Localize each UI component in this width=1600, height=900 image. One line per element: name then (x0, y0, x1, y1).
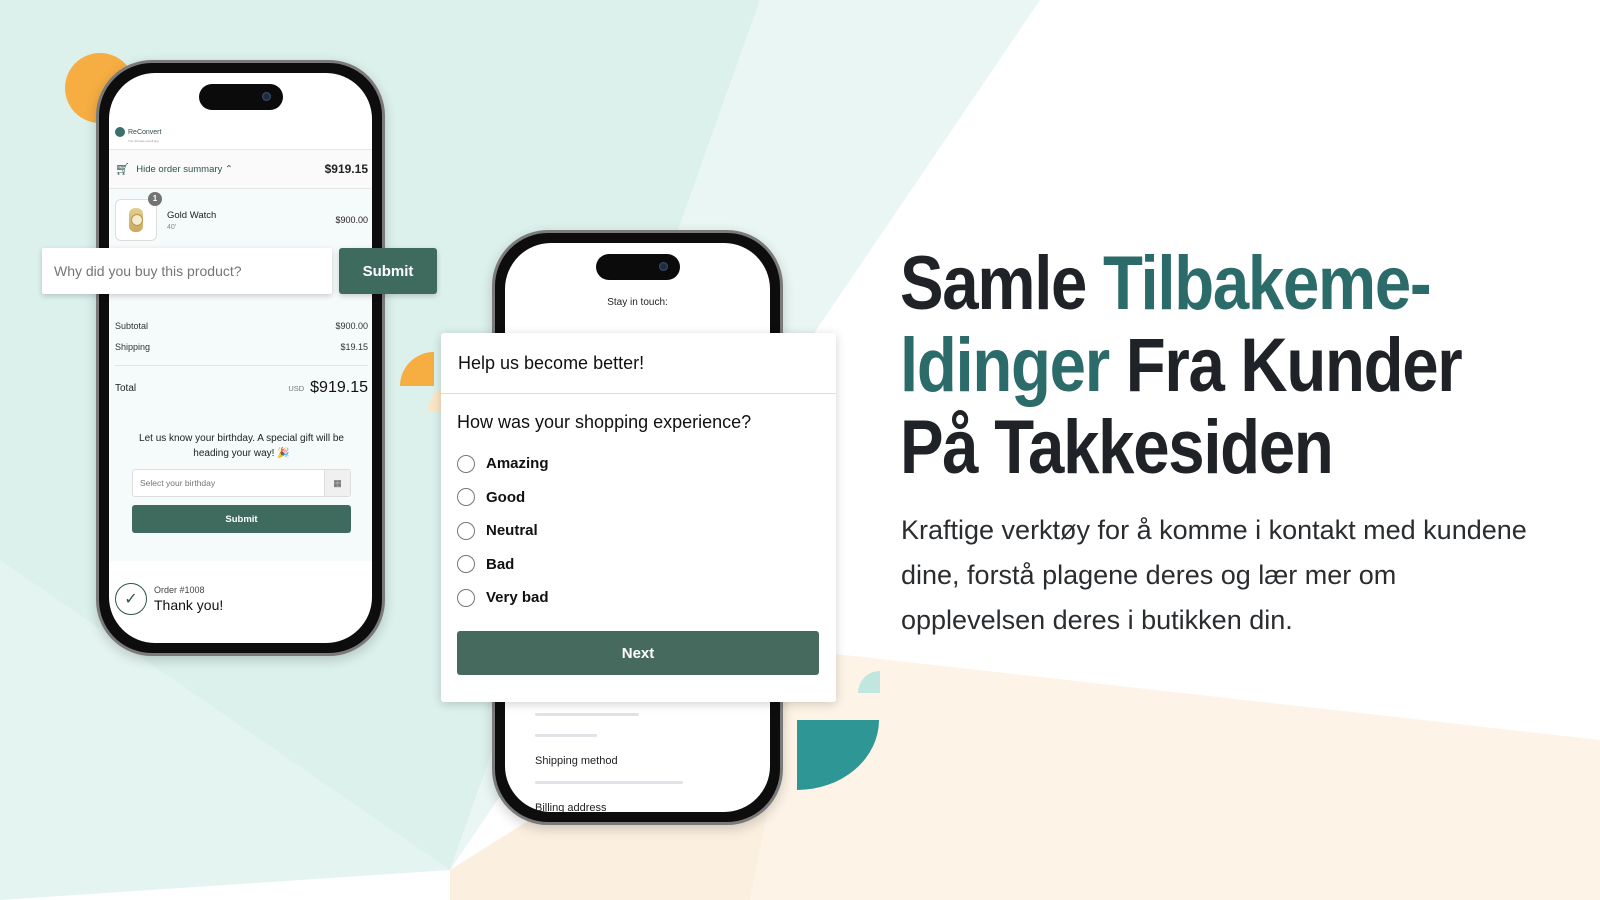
survey-option-very-bad[interactable]: Very bad (457, 581, 549, 615)
survey-option-good[interactable]: Good (457, 481, 549, 515)
dynamic-island (198, 84, 283, 110)
survey-options: Amazing Good Neutral Bad Very bad (457, 447, 549, 615)
placeholder-line (535, 781, 683, 784)
cost-lines: Subtotal $900.00 Shipping $19.15 (115, 321, 368, 363)
subtotal-value: $900.00 (335, 321, 368, 331)
option-label: Very bad (486, 589, 549, 607)
next-button[interactable]: Next (457, 631, 819, 675)
product-variant: 40' (167, 223, 177, 231)
product-price: $900.00 (335, 215, 368, 225)
radio-button[interactable] (457, 488, 475, 507)
survey-option-amazing[interactable]: Amazing (457, 447, 549, 481)
camera-icon (658, 262, 668, 271)
radio-button[interactable] (457, 588, 475, 607)
headline-part-2: Fra Kunder (1108, 323, 1463, 408)
order-summary-label: Hide order summary ⌃ (136, 163, 233, 175)
thank-you-heading: Thank you! (154, 597, 224, 613)
birthday-input[interactable] (133, 470, 324, 496)
option-label: Amazing (486, 455, 549, 473)
shipping-method-label: Shipping method (535, 755, 618, 767)
dynamic-island (595, 254, 680, 280)
survey-option-bad[interactable]: Bad (457, 548, 549, 582)
billing-address-label: Billing address (535, 802, 607, 812)
watch-image (129, 208, 143, 232)
shipping-label: Shipping (115, 342, 151, 352)
currency-code: USD (288, 383, 305, 393)
checkout-details: Shipping method Billing address (535, 713, 683, 812)
shipping-row: Shipping $19.15 (115, 342, 368, 352)
hero-description: Kraftige verktøy for å komme i kontakt m… (901, 515, 1527, 635)
placeholder-line (535, 734, 597, 737)
thank-you-section: ✓ Order #1008 Thank you! (115, 583, 223, 615)
logo-subtext: The ultimate upsell app (128, 139, 160, 143)
product-name: Gold Watch (167, 209, 217, 221)
cart-icon: 🛒︎ (115, 162, 131, 176)
survey-option-neutral[interactable]: Neutral (457, 514, 549, 548)
total-value: $919.15 (310, 379, 368, 396)
reconvert-logo: ReConvert The ultimate upsell app (115, 121, 161, 143)
phone-order-confirmation: ReConvert The ultimate upsell app 🛒︎ Hid… (96, 60, 385, 656)
order-summary-panel: 1 Gold Watch 40' $900.00 Subtotal $900.0… (109, 189, 372, 561)
option-label: Good (486, 488, 526, 506)
headline-line-3: På Takkesiden (900, 405, 1334, 490)
line-item: 1 Gold Watch 40' $900.00 (115, 192, 368, 243)
subtotal-label: Subtotal (115, 321, 149, 331)
option-label: Bad (486, 555, 515, 573)
logo-mark-icon (115, 127, 125, 137)
hero-headline: Samle Tilbakeme- ldinger Fra Kunder På T… (900, 243, 1493, 489)
birthday-submit-button[interactable]: Submit (132, 505, 351, 533)
radio-button[interactable] (457, 521, 475, 540)
order-summary-toggle[interactable]: 🛒︎ Hide order summary ⌃ $919.15 (109, 149, 372, 189)
placeholder-line (535, 713, 639, 716)
survey-title: Help us become better! (441, 333, 836, 394)
birthday-field[interactable]: ▦ (132, 469, 351, 497)
total-label: Total (115, 382, 137, 394)
feedback-input[interactable] (54, 263, 332, 279)
calendar-icon[interactable]: ▦ (324, 470, 350, 496)
divider (115, 365, 368, 366)
phone1-screen: ReConvert The ultimate upsell app 🛒︎ Hid… (109, 73, 372, 643)
camera-icon (261, 92, 271, 101)
option-label: Neutral (486, 522, 538, 540)
radio-button[interactable] (457, 454, 475, 473)
stay-in-touch-label: Stay in touch: (607, 297, 668, 308)
subtotal-row: Subtotal $900.00 (115, 321, 368, 331)
headline-accent-2: ldinger (900, 323, 1110, 408)
shipping-value: $19.15 (340, 342, 368, 352)
logo-text: ReConvert (128, 129, 162, 136)
birthday-message: Let us know your birthday. A special gif… (139, 433, 344, 459)
order-summary-total: $919.15 (324, 162, 368, 176)
headline-accent-1: Tilbakeme- (1103, 241, 1432, 326)
radio-button[interactable] (457, 555, 475, 574)
survey-card: Help us become better! How was your shop… (441, 333, 836, 702)
feedback-field[interactable] (42, 248, 332, 294)
order-number: Order #1008 (154, 585, 205, 595)
survey-question: How was your shopping experience? (457, 412, 752, 432)
headline-part-1: Samle (900, 241, 1104, 326)
total-row: Total USD $919.15 (115, 379, 368, 397)
quantity-badge: 1 (148, 192, 162, 206)
product-thumbnail: 1 (115, 192, 162, 241)
feedback-submit-button[interactable]: Submit (339, 248, 437, 294)
checkmark-icon: ✓ (115, 583, 147, 615)
